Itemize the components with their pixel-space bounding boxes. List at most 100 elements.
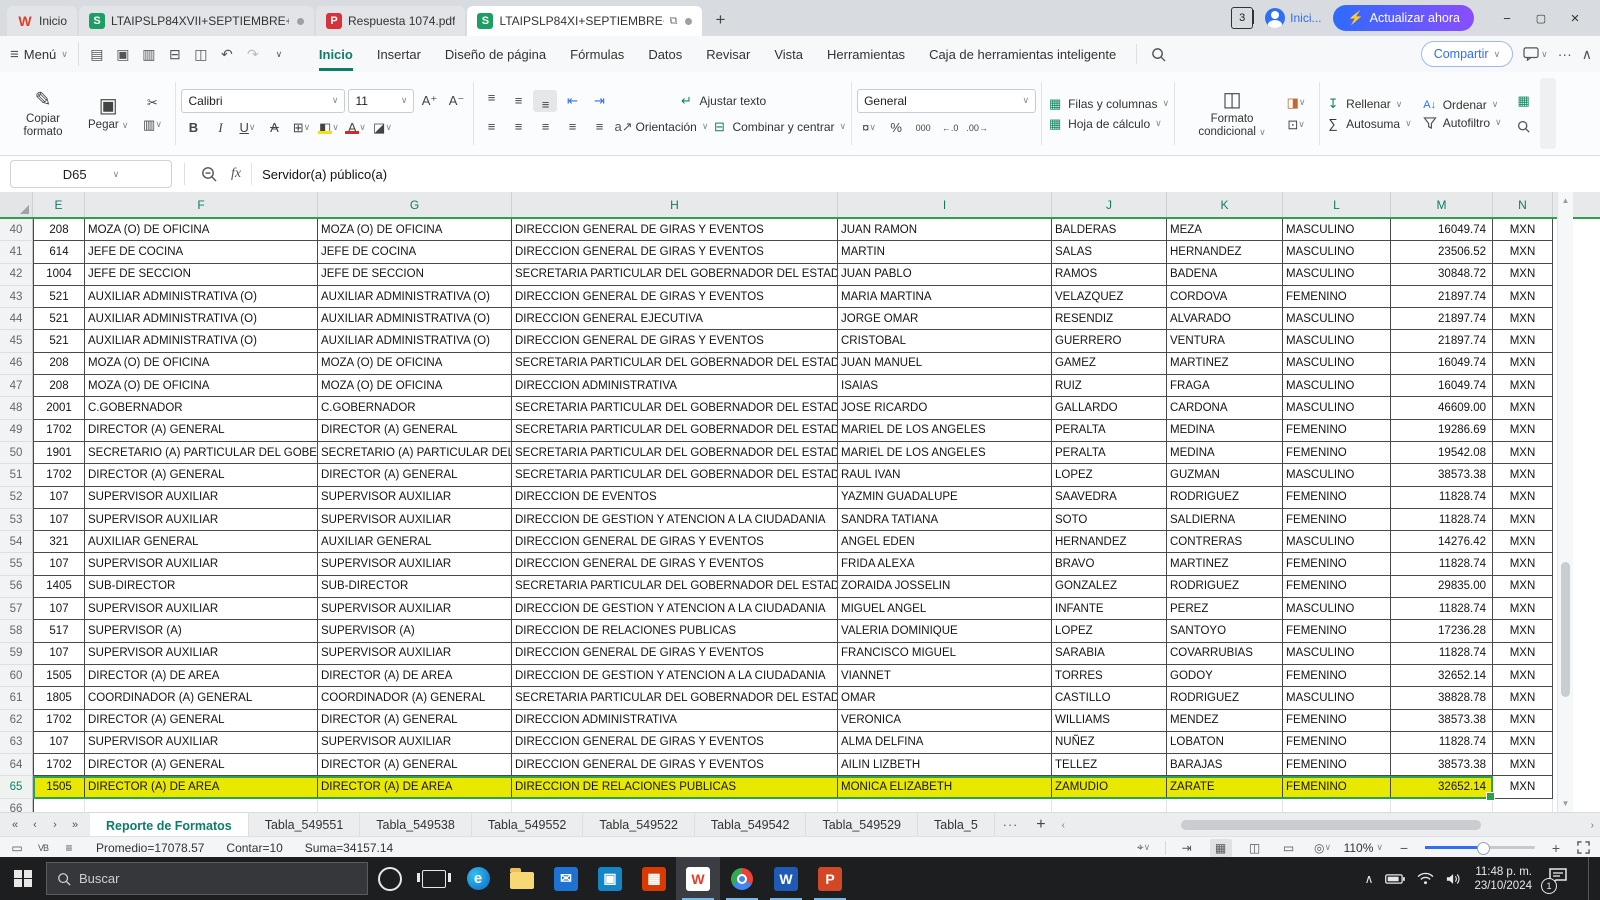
column-header-E[interactable]: E: [33, 192, 85, 217]
cell[interactable]: JEFE DE COCINA: [318, 241, 512, 264]
row-header-44[interactable]: 44: [0, 308, 33, 331]
wrap-text-button[interactable]: ↵ Ajustar texto: [678, 93, 766, 109]
cell[interactable]: MXN: [1493, 419, 1553, 442]
cell[interactable]: ZAMUDIO: [1052, 776, 1167, 799]
fill-color-button[interactable]: ◧ ∨: [316, 117, 340, 139]
save-icon[interactable]: ▣: [111, 42, 135, 66]
window-tab[interactable]: S LTAIPSLP84XI+SEPTIEMBRE+24 ⧉: [467, 6, 703, 36]
cell[interactable]: SECRETARIA PARTICULAR DEL GOBERNADOR DEL…: [512, 352, 838, 376]
cell[interactable]: MASCULINO: [1283, 219, 1391, 242]
scroll-down-button[interactable]: ▼: [1558, 799, 1573, 808]
open-file-icon[interactable]: ▤: [85, 42, 109, 66]
orientation-button[interactable]: a↗ Orientación ∨: [614, 119, 708, 135]
cell[interactable]: MXN: [1493, 776, 1553, 799]
cell[interactable]: 16049.74: [1391, 375, 1493, 398]
menu-tab-revisar[interactable]: Revisar: [694, 36, 762, 72]
collapse-ribbon-button[interactable]: ∧: [1582, 46, 1592, 63]
autosum-button[interactable]: ∑ Autosuma ∨: [1325, 116, 1411, 131]
row-header-41[interactable]: 41: [0, 241, 33, 264]
cell[interactable]: VELAZQUEZ: [1052, 285, 1167, 309]
cell[interactable]: SUPERVISOR AUXILIAR: [85, 598, 318, 621]
cell[interactable]: 32652.14: [1391, 776, 1493, 799]
first-sheet-button[interactable]: «: [6, 819, 24, 831]
cell[interactable]: DIRECTOR (A) DE AREA: [318, 776, 512, 799]
menu-tab-insertar[interactable]: Insertar: [365, 36, 433, 72]
cell[interactable]: SAAVEDRA: [1052, 486, 1167, 509]
cell[interactable]: MXN: [1493, 687, 1553, 710]
cell[interactable]: DIRECTOR (A) GENERAL: [85, 754, 318, 777]
cell[interactable]: OMAR: [838, 687, 1052, 710]
cell[interactable]: MARTIN: [838, 241, 1052, 264]
cell[interactable]: 521: [33, 330, 85, 353]
cell[interactable]: MASCULINO: [1283, 598, 1391, 621]
window-tab[interactable]: P Respuesta 1074.pdf: [316, 6, 466, 36]
cell[interactable]: 321: [33, 531, 85, 554]
cell[interactable]: 29835.00: [1391, 575, 1493, 599]
font-size-select[interactable]: 11 ∨: [348, 88, 415, 113]
cell[interactable]: DIRECCION ADMINISTRATIVA: [512, 709, 838, 732]
vertical-scroll-thumb[interactable]: [1561, 562, 1570, 697]
cell[interactable]: [838, 798, 1052, 812]
cell[interactable]: ALMA DELFINA: [838, 731, 1052, 755]
cell[interactable]: 1702: [33, 754, 85, 777]
cell[interactable]: 1702: [33, 464, 85, 487]
underline-button[interactable]: U ∨: [235, 117, 259, 139]
show-desktop-button[interactable]: [1588, 857, 1594, 900]
cell[interactable]: VENTURA: [1167, 330, 1283, 353]
name-box[interactable]: D65 ∨: [10, 160, 172, 188]
cell[interactable]: FEMENINO: [1283, 486, 1391, 509]
cell[interactable]: MASCULINO: [1283, 308, 1391, 331]
sheet-tab-tabla-549538[interactable]: Tabla_549538: [360, 813, 472, 837]
cell[interactable]: 11828.74: [1391, 508, 1493, 532]
cell[interactable]: COORDINADOR (A) GENERAL: [318, 687, 512, 710]
cell[interactable]: DIRECTOR (A) DE AREA: [85, 776, 318, 799]
find-button[interactable]: [1512, 116, 1536, 138]
cell[interactable]: DIRECTOR (A) GENERAL: [85, 709, 318, 732]
cell[interactable]: MASCULINO: [1283, 397, 1391, 420]
taskbar-clock[interactable]: 11:48 p. m. 23/10/2024: [1474, 865, 1532, 893]
cortana-icon[interactable]: [368, 857, 412, 900]
row-header-48[interactable]: 48: [0, 397, 33, 420]
cell[interactable]: SECRETARIA PARTICULAR DEL GOBERNADOR DEL…: [512, 397, 838, 420]
cell[interactable]: AUXILIAR ADMINISTRATIVA (O): [318, 308, 512, 331]
account-button[interactable]: Inici...: [1265, 8, 1321, 28]
cell[interactable]: MASCULINO: [1283, 263, 1391, 286]
scroll-up-button[interactable]: ▲: [1558, 196, 1573, 205]
more-options-button[interactable]: ···: [1558, 46, 1572, 62]
cell[interactable]: SUPERVISOR (A): [85, 620, 318, 643]
cell[interactable]: FEMENINO: [1283, 664, 1391, 688]
rows-columns-button[interactable]: ▦ Filas y columnas ∨: [1047, 96, 1169, 112]
cell[interactable]: CORDOVA: [1167, 285, 1283, 309]
start-button[interactable]: [0, 857, 46, 900]
cell[interactable]: DIRECTOR (A) GENERAL: [318, 464, 512, 487]
font-name-select[interactable]: Calibri ∨: [181, 88, 346, 113]
cell[interactable]: JEFE DE SECCION: [318, 263, 512, 286]
currency-button[interactable]: ¤ ∨: [857, 117, 881, 139]
row-header-50[interactable]: 50: [0, 441, 33, 465]
cell[interactable]: 38573.38: [1391, 464, 1493, 487]
cell[interactable]: DIRECTOR (A) GENERAL: [318, 419, 512, 442]
cell[interactable]: C.GOBERNADOR: [318, 397, 512, 420]
reading-mode-button[interactable]: ◎ ∨: [1312, 839, 1334, 857]
cell[interactable]: GODOY: [1167, 664, 1283, 688]
cell[interactable]: 2001: [33, 397, 85, 420]
cell[interactable]: COVARRUBIAS: [1167, 642, 1283, 665]
notification-center-button[interactable]: 1: [1541, 867, 1568, 894]
cell[interactable]: 14276.42: [1391, 531, 1493, 554]
increase-decimal-button[interactable]: .00→: [965, 117, 989, 139]
cell[interactable]: SARABIA: [1052, 642, 1167, 665]
cell[interactable]: FEMENINO: [1283, 285, 1391, 309]
cell[interactable]: 11828.74: [1391, 642, 1493, 665]
cell[interactable]: LOBATON: [1167, 731, 1283, 755]
cell[interactable]: DIRECTOR (A) GENERAL: [318, 754, 512, 777]
macro-icon[interactable]: VB: [32, 839, 54, 857]
volume-icon[interactable]: [1446, 872, 1462, 886]
increase-indent-button[interactable]: ⇥: [587, 90, 611, 112]
cell[interactable]: YAZMIN GUADALUPE: [838, 486, 1052, 509]
prev-sheet-button[interactable]: ‹: [26, 819, 44, 831]
fill-button[interactable]: ↧ Rellenar ∨: [1325, 96, 1412, 112]
sheet-tab-tabla-5[interactable]: Tabla_5: [918, 813, 995, 837]
cell[interactable]: MARIA MARTINA: [838, 285, 1052, 309]
font-color-button[interactable]: A ∨: [343, 117, 367, 139]
export-pdf-icon[interactable]: ▥: [137, 42, 161, 66]
